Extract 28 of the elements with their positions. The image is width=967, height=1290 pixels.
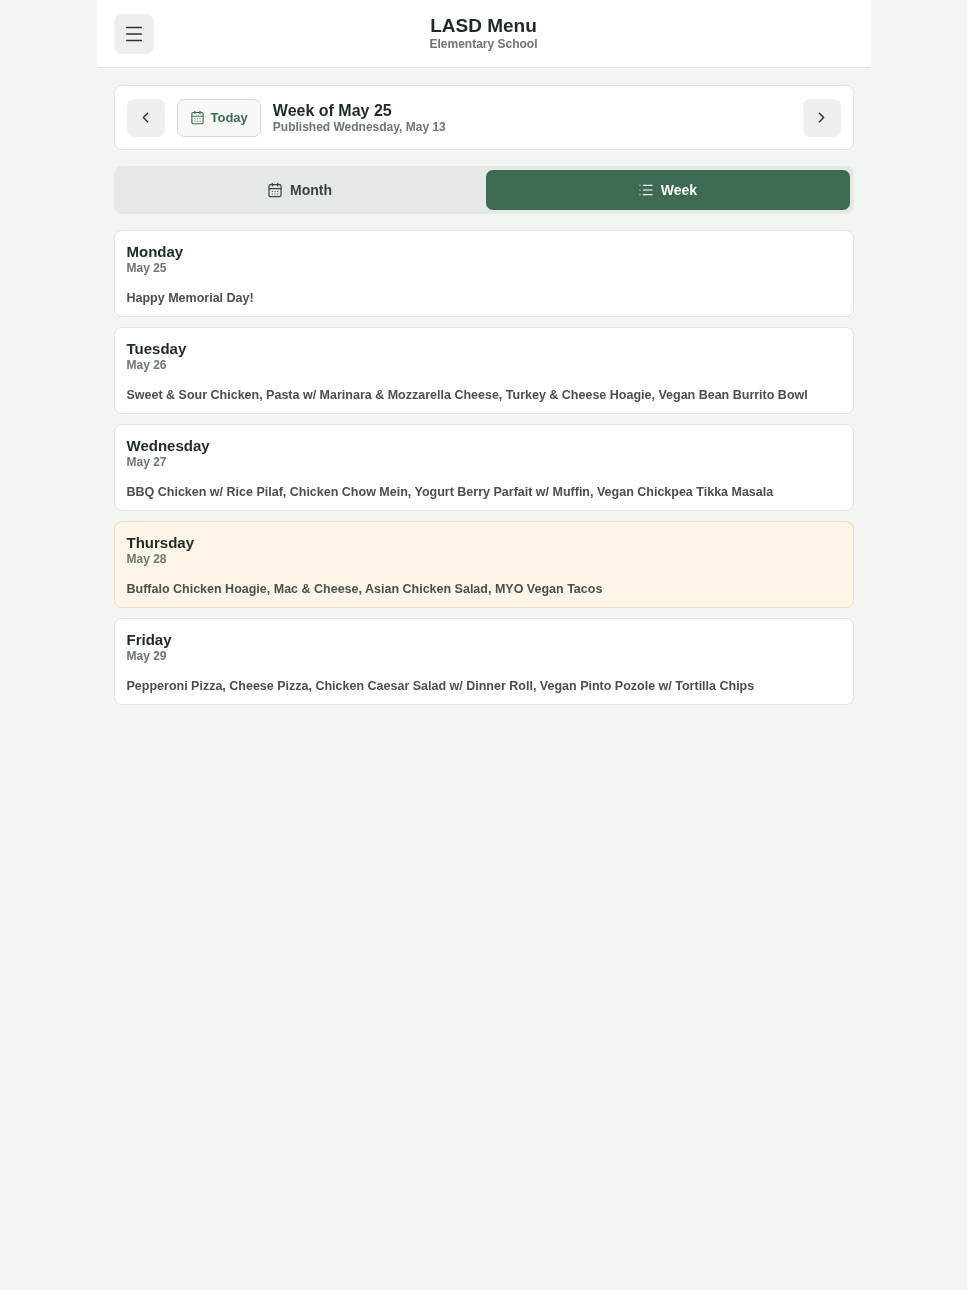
day-name: Wednesday <box>126 437 210 455</box>
previous-week-button[interactable] <box>126 98 165 137</box>
day-date: May 29 <box>126 649 167 664</box>
menu-items: Pepperoni Pizza, Cheese Pizza, Chicken Caesar Salad w/ Dinner Roll, Vegan Pinto Pozole w/ Tortilla Chips <box>126 678 755 694</box>
view-tab[interactable]: Week <box>485 170 850 210</box>
today-button[interactable]: Today <box>176 98 261 137</box>
calendar-icon <box>189 110 205 125</box>
menu-items: Happy Memorial Day! <box>126 290 254 306</box>
day-date: May 27 <box>126 455 167 470</box>
view-tab[interactable]: Month <box>117 170 482 210</box>
school-subtitle: Elementary School <box>429 37 538 52</box>
day-name: Monday <box>126 243 184 261</box>
day-name: Thursday <box>126 534 194 552</box>
menu-button[interactable] <box>113 13 154 54</box>
published-date: Published Wednesday, May 13 <box>272 119 447 135</box>
menu-items: BBQ Chicken w/ Rice Pilaf, Chicken Chow Mein, Yogurt Berry Parfait w/ Muffin, Vegan Chickpea Tikka Masala <box>126 484 774 500</box>
menu-items: Sweet & Sour Chicken, Pasta w/ Marinara & Mozzarella Cheese, Turkey & Cheese Hoagie, Vegan Bean Burrito Bowl <box>126 387 808 403</box>
list-icon <box>637 182 654 198</box>
day-name: Tuesday <box>126 340 187 358</box>
menu-items: Buffalo Chicken Hoagie, Mac & Cheese, Asian Chicken Salad, MYO Vegan Tacos <box>126 581 603 597</box>
calendar-icon <box>267 182 283 198</box>
day-date: May 26 <box>126 358 167 373</box>
day-date: May 25 <box>126 261 167 276</box>
next-week-button[interactable] <box>802 98 841 137</box>
week-title: Week of May 25 <box>272 100 393 120</box>
app-title: LASD Menu <box>430 15 537 37</box>
day-date: May 28 <box>126 552 167 567</box>
day-name: Friday <box>126 631 172 649</box>
